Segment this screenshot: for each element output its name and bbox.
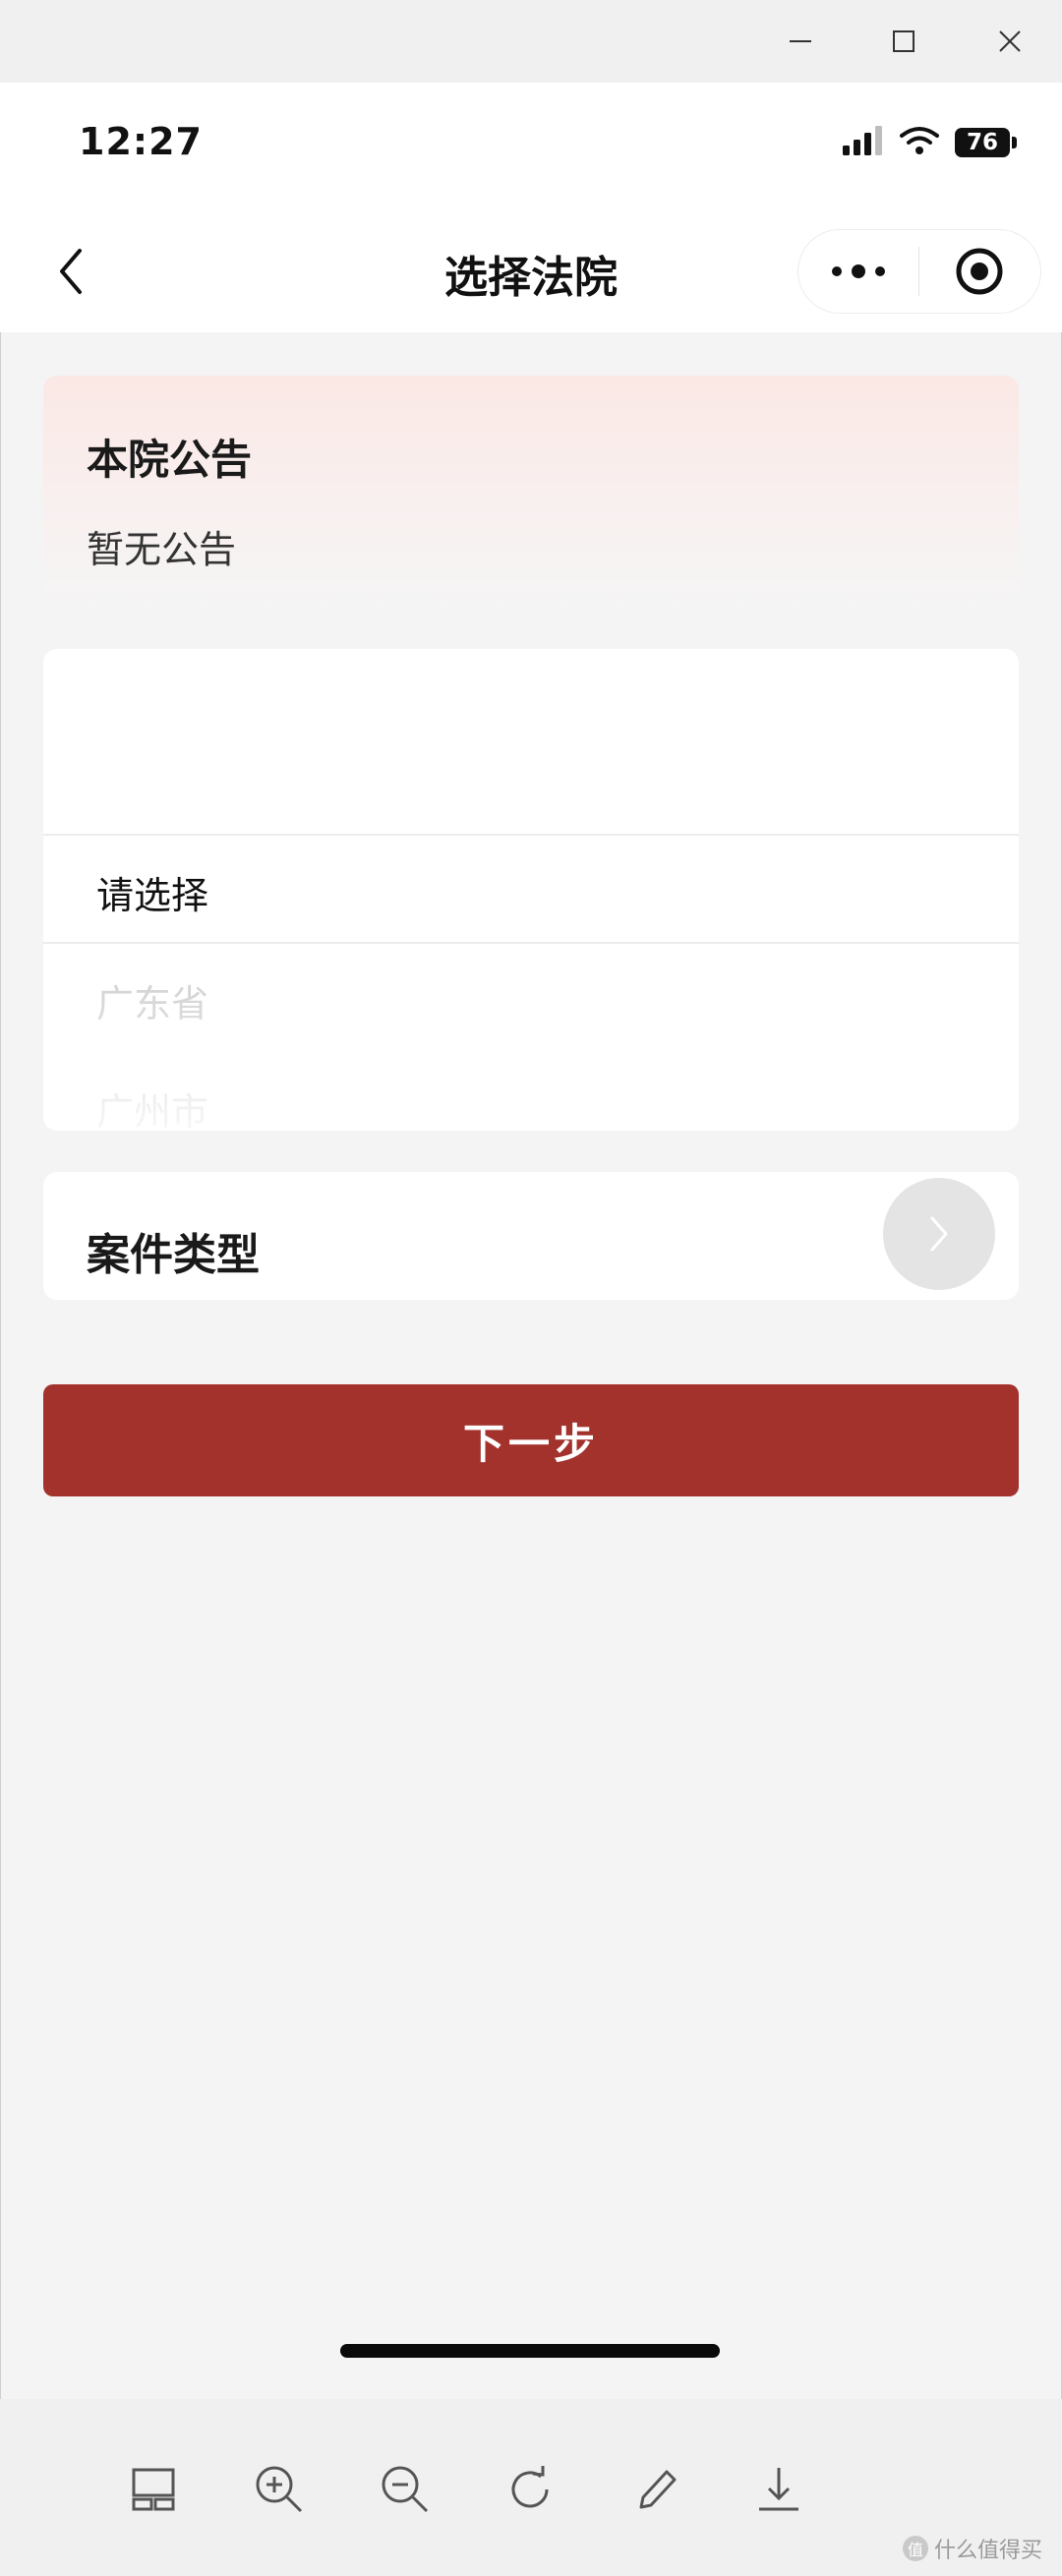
- nav-bar: 选择法院: [0, 210, 1062, 332]
- wifi-icon: [900, 126, 939, 159]
- notice-title: 本院公告: [87, 436, 253, 484]
- status-time: 12:27: [79, 120, 203, 163]
- viewer-toolbar: 值 什么值得买: [0, 2399, 1062, 2576]
- window-title-bar: [0, 0, 1062, 83]
- case-type-label: 案件类型: [87, 1230, 260, 1280]
- more-dots-icon[interactable]: [798, 230, 918, 313]
- chevron-right-icon[interactable]: [883, 1178, 995, 1290]
- signal-icon: [843, 126, 884, 159]
- minimize-icon[interactable]: [777, 18, 824, 65]
- rotate-icon[interactable]: [500, 2458, 562, 2521]
- watermark: 值 什么值得买: [902, 2533, 1042, 2564]
- maximize-icon[interactable]: [880, 18, 927, 65]
- region-picker[interactable]: 请选择 广东省 广州市: [43, 649, 1019, 1131]
- battery-level: 76: [955, 128, 1010, 157]
- case-type-row[interactable]: 案件类型: [43, 1172, 1019, 1300]
- mini-program-capsule: [798, 230, 1040, 313]
- download-icon[interactable]: [747, 2458, 810, 2521]
- picker-selected-row[interactable]: 请选择: [43, 834, 1019, 944]
- watermark-text: 什么值得买: [933, 2539, 1042, 2563]
- edit-pencil-icon[interactable]: [625, 2458, 688, 2521]
- watermark-badge: 值: [902, 2536, 928, 2561]
- layout-icon[interactable]: [122, 2458, 185, 2521]
- battery-icon: 76: [955, 128, 1017, 157]
- next-step-button[interactable]: 下一步: [43, 1384, 1019, 1496]
- notice-card: 本院公告 暂无公告: [43, 376, 1019, 610]
- zoom-out-icon[interactable]: [374, 2458, 437, 2521]
- zoom-in-icon[interactable]: [248, 2458, 311, 2521]
- picker-option[interactable]: 广东省: [96, 973, 208, 1027]
- notice-text: 暂无公告: [87, 528, 237, 571]
- picker-option[interactable]: 广州市: [96, 1082, 208, 1131]
- target-circle-icon[interactable]: [919, 230, 1039, 313]
- home-indicator: [340, 2344, 720, 2358]
- status-bar: 12:27 76: [0, 83, 1062, 210]
- close-icon[interactable]: [986, 18, 1033, 65]
- status-icons: 76: [843, 126, 1017, 159]
- picker-selected-label: 请选择: [96, 874, 209, 917]
